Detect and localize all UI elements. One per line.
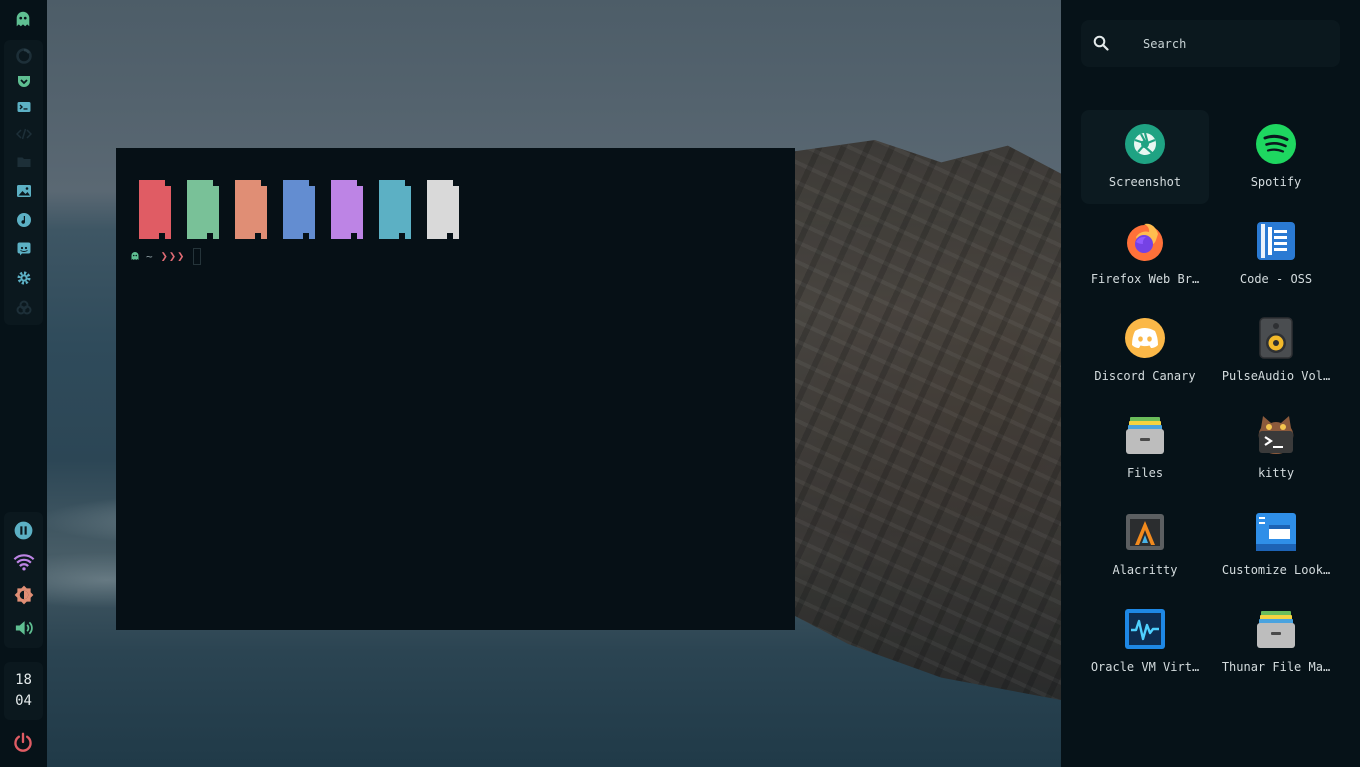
- app-launcher: Screenshot Spotify Firefox Web Br…: [1061, 0, 1360, 767]
- app-label: Code - OSS: [1239, 272, 1313, 286]
- screenshot-icon: [1125, 124, 1165, 164]
- color-swatch: [235, 180, 267, 239]
- color-swatch: [427, 180, 459, 239]
- clock-hour: 18: [15, 672, 32, 688]
- ghost-launcher-icon[interactable]: [14, 10, 32, 28]
- spotify-icon: [1256, 124, 1296, 164]
- app-tile-firefox[interactable]: Firefox Web Br…: [1081, 207, 1209, 301]
- app-tile-discord-canary[interactable]: Discord Canary: [1081, 304, 1209, 398]
- prompt-arrows: ❯❯❯: [160, 249, 186, 263]
- folder-icon[interactable]: [4, 150, 43, 174]
- volume-icon[interactable]: [4, 616, 43, 640]
- app-tile-files[interactable]: Files: [1081, 401, 1209, 495]
- wifi-icon[interactable]: [4, 550, 43, 574]
- app-tile-spotify[interactable]: Spotify: [1212, 110, 1340, 204]
- app-tile-pulseaudio[interactable]: PulseAudio Vol…: [1212, 304, 1340, 398]
- app-label: Oracle VM Virt…: [1090, 660, 1200, 674]
- app-label: Thunar File Ma…: [1221, 660, 1331, 674]
- app-label: Customize Look…: [1221, 563, 1331, 577]
- search-icon: [1093, 35, 1109, 51]
- firefox-icon[interactable]: [4, 44, 43, 68]
- terminal-window[interactable]: ~ ❯❯❯: [116, 148, 795, 630]
- brightness-icon[interactable]: [4, 583, 43, 607]
- search-bar[interactable]: [1081, 20, 1340, 67]
- code-icon[interactable]: [4, 122, 43, 146]
- color-swatch: [187, 180, 219, 239]
- app-tile-code-oss[interactable]: Code - OSS: [1212, 207, 1340, 301]
- kitty-icon: [1258, 416, 1294, 454]
- firefox-icon: [1127, 223, 1163, 261]
- virtualbox-icon: [1125, 609, 1165, 649]
- app-tile-screenshot[interactable]: Screenshot: [1081, 110, 1209, 204]
- power-icon[interactable]: [12, 731, 34, 753]
- color-swatch: [379, 180, 411, 239]
- image-icon[interactable]: [4, 179, 43, 203]
- settings-icon[interactable]: [4, 266, 43, 290]
- clock-widget[interactable]: 18 04: [4, 662, 43, 720]
- ghost-prompt-icon: [131, 252, 139, 260]
- app-label: kitty: [1257, 466, 1295, 480]
- app-label: Spotify: [1250, 175, 1302, 189]
- app-tile-customize-look[interactable]: Customize Look…: [1212, 498, 1340, 592]
- discord-icon[interactable]: [4, 237, 43, 261]
- left-dock: 18 04: [0, 0, 47, 767]
- search-input[interactable]: [1141, 33, 1325, 55]
- github-icon[interactable]: [4, 296, 43, 320]
- status-tray: [4, 512, 43, 648]
- app-dock: [4, 40, 43, 325]
- terminal-icon[interactable]: [4, 95, 43, 119]
- file-cabinet-icon: [1126, 417, 1164, 454]
- app-tile-thunar[interactable]: Thunar File Ma…: [1212, 595, 1340, 689]
- file-cabinet-icon: [1257, 611, 1295, 648]
- color-swatch: [139, 180, 171, 239]
- prompt-directory: ~: [146, 249, 153, 263]
- wallpaper-rocks: [795, 140, 1061, 700]
- clock-minute: 04: [15, 693, 32, 709]
- app-tile-kitty[interactable]: kitty: [1212, 401, 1340, 495]
- app-label: Alacritty: [1112, 563, 1178, 577]
- pocket-icon[interactable]: [4, 69, 43, 93]
- discord-canary-icon: [1125, 318, 1165, 358]
- shell-prompt: ~ ❯❯❯: [130, 247, 202, 265]
- app-label: Files: [1126, 466, 1164, 480]
- app-tile-alacritty[interactable]: Alacritty: [1081, 498, 1209, 592]
- pause-icon[interactable]: [4, 518, 43, 542]
- app-label: Discord Canary: [1094, 369, 1196, 383]
- speaker-icon: [1259, 317, 1293, 359]
- music-icon[interactable]: [4, 208, 43, 232]
- app-label: Screenshot: [1108, 175, 1182, 189]
- app-label: Firefox Web Br…: [1090, 272, 1200, 286]
- code-oss-icon: [1257, 222, 1295, 260]
- window-settings-icon: [1256, 513, 1296, 551]
- alacritty-icon: [1126, 514, 1164, 550]
- app-tile-virtualbox[interactable]: Oracle VM Virt…: [1081, 595, 1209, 689]
- app-label: PulseAudio Vol…: [1221, 369, 1331, 383]
- color-swatch: [283, 180, 315, 239]
- terminal-cursor: [193, 247, 202, 265]
- color-swatch: [331, 180, 363, 239]
